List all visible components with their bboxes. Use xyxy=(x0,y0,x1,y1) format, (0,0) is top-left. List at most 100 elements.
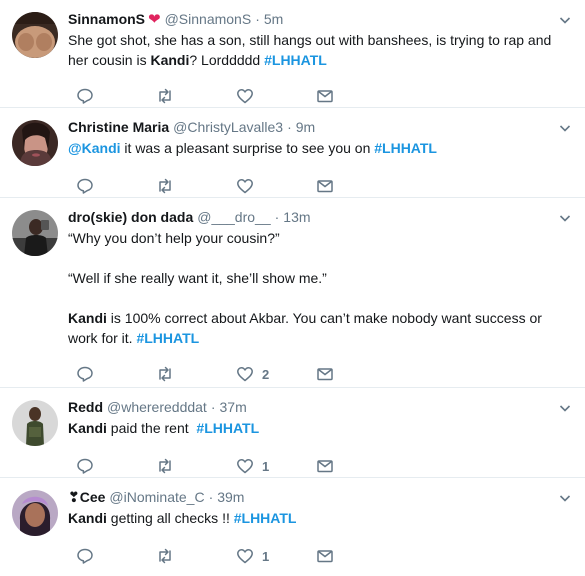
tweet-card[interactable]: Redd @whereredddat · 37m Kandi paid the … xyxy=(0,388,585,478)
chevron-down-icon[interactable] xyxy=(559,492,571,504)
username[interactable]: @SinnamonS xyxy=(165,10,252,29)
direct-message-icon xyxy=(317,460,333,473)
like-icon xyxy=(237,459,253,474)
timestamp[interactable]: 9m xyxy=(296,118,315,137)
reply-icon xyxy=(77,366,93,382)
separator: · xyxy=(287,119,292,135)
chevron-down-icon[interactable] xyxy=(559,14,571,26)
display-name[interactable]: SinnamonS xyxy=(68,10,145,29)
reply-icon xyxy=(77,548,93,564)
timestamp[interactable]: 13m xyxy=(283,208,310,227)
retweet-icon xyxy=(159,548,171,564)
like-count: 1 xyxy=(262,458,270,474)
timestamp[interactable]: 37m xyxy=(220,398,247,417)
retweet-button[interactable] xyxy=(156,547,236,565)
like-button[interactable] xyxy=(236,87,316,105)
direct-message-icon xyxy=(317,90,333,103)
text-segment: it was a pleasant surprise to see you on xyxy=(120,140,375,156)
avatar[interactable] xyxy=(12,400,58,446)
like-count: 2 xyxy=(262,366,270,382)
direct-message-button[interactable] xyxy=(316,547,396,565)
highlighted-keyword: Kandi xyxy=(68,510,107,526)
hashtag-link[interactable]: #LHHATL xyxy=(234,510,297,526)
chevron-down-icon[interactable] xyxy=(559,212,571,224)
retweet-button[interactable] xyxy=(156,365,236,383)
text-segment: getting all checks !! xyxy=(106,510,234,526)
tweet-header: ❣Cee @iNominate_C · 39m xyxy=(68,488,573,507)
chevron-down-icon[interactable] xyxy=(559,402,571,414)
display-name[interactable]: dro(skie) don dada xyxy=(68,208,193,227)
hashtag-link[interactable]: #LHHATL xyxy=(196,420,259,436)
highlighted-keyword: Kandi xyxy=(150,52,190,68)
reply-button[interactable] xyxy=(76,87,156,105)
username[interactable]: @iNominate_C xyxy=(109,488,204,507)
direct-message-button[interactable] xyxy=(316,365,396,383)
tweet-card[interactable]: Christine Maria @ChristyLavalle3 · 9m @K… xyxy=(0,108,585,198)
tweet-card[interactable]: dro(skie) don dada @___dro__ · 13m “Why … xyxy=(0,198,585,388)
highlighted-keyword: Kandi xyxy=(68,420,107,436)
direct-message-icon xyxy=(317,368,333,381)
like-button[interactable]: 1 xyxy=(236,457,316,475)
hashtag-link[interactable]: #LHHATL xyxy=(264,52,327,68)
tweet-actions: 1 xyxy=(76,536,573,576)
display-name[interactable]: ❣Cee xyxy=(68,488,105,507)
reply-icon xyxy=(77,88,93,104)
tweet-text: @Kandi it was a pleasant surprise to see… xyxy=(68,138,573,158)
avatar[interactable] xyxy=(12,490,58,536)
like-button[interactable]: 2 xyxy=(236,365,316,383)
hashtag-link[interactable]: #LHHATL xyxy=(374,140,437,156)
like-icon xyxy=(237,549,253,564)
username[interactable]: @___dro__ xyxy=(197,208,270,227)
separator: · xyxy=(274,209,280,225)
tweet-header: Christine Maria @ChristyLavalle3 · 9m xyxy=(68,118,573,137)
tweet-card[interactable]: ❣Cee @iNominate_C · 39m Kandi getting al… xyxy=(0,478,585,576)
display-name[interactable]: Christine Maria xyxy=(68,118,169,137)
timestamp[interactable]: 39m xyxy=(217,488,244,507)
like-icon xyxy=(237,179,253,194)
like-icon xyxy=(237,367,253,382)
highlighted-keyword: Kandi xyxy=(68,310,107,326)
text-segment: ? Lorddddd xyxy=(189,52,265,68)
mention-link[interactable]: @Kandi xyxy=(68,140,121,156)
tweet-text: Kandi getting all checks !! #LHHATL xyxy=(68,508,573,528)
avatar[interactable] xyxy=(12,120,58,166)
reply-icon xyxy=(77,458,93,474)
text-paragraph: “Well if she really want it, she’ll show… xyxy=(68,270,327,286)
like-icon xyxy=(237,89,253,104)
direct-message-button[interactable] xyxy=(316,177,396,195)
direct-message-button[interactable] xyxy=(316,457,396,475)
reply-button[interactable] xyxy=(76,365,156,383)
username[interactable]: @whereredddat xyxy=(107,398,207,417)
tweet-header: dro(skie) don dada @___dro__ · 13m xyxy=(68,208,573,227)
retweet-button[interactable] xyxy=(156,177,236,195)
retweet-icon xyxy=(159,366,171,382)
hashtag-link[interactable]: #LHHATL xyxy=(136,330,199,346)
direct-message-button[interactable] xyxy=(316,87,396,105)
text-paragraph: “Why you don’t help your cousin?” xyxy=(68,230,280,246)
avatar[interactable] xyxy=(12,210,58,256)
separator: · xyxy=(208,489,214,505)
like-button[interactable]: 1 xyxy=(236,547,316,565)
retweet-icon xyxy=(159,458,171,474)
red-heart-emoji: ❤ xyxy=(148,11,161,28)
text-segment: paid the rent xyxy=(106,420,197,436)
username[interactable]: @ChristyLavalle3 xyxy=(173,118,283,137)
retweet-button[interactable] xyxy=(156,457,236,475)
tweet-card[interactable]: SinnamonS ❤ @SinnamonS · 5m She got shot… xyxy=(0,0,585,108)
tweet-feed: SinnamonS ❤ @SinnamonS · 5m She got shot… xyxy=(0,0,585,576)
direct-message-icon xyxy=(317,180,333,193)
direct-message-icon xyxy=(317,550,333,563)
reply-button[interactable] xyxy=(76,547,156,565)
tweet-text: She got shot, she has a son, still hangs… xyxy=(68,30,573,70)
retweet-button[interactable] xyxy=(156,87,236,105)
timestamp[interactable]: 5m xyxy=(264,10,283,29)
reply-button[interactable] xyxy=(76,177,156,195)
display-name[interactable]: Redd xyxy=(68,398,103,417)
like-button[interactable] xyxy=(236,177,316,195)
avatar[interactable] xyxy=(12,12,58,58)
separator: · xyxy=(255,11,260,27)
tweet-header: Redd @whereredddat · 37m xyxy=(68,398,573,417)
chevron-down-icon[interactable] xyxy=(559,122,571,134)
reply-button[interactable] xyxy=(76,457,156,475)
like-count: 1 xyxy=(262,548,270,564)
